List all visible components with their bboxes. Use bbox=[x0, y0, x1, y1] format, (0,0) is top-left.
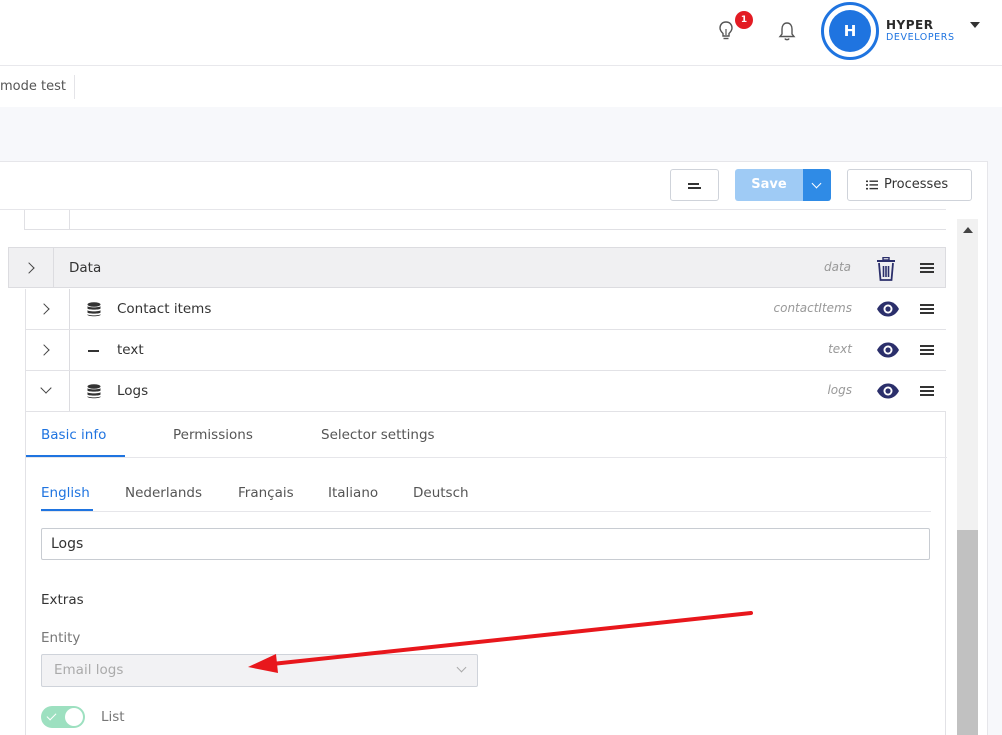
tree-row-contact-items[interactable]: Contact items contactItems bbox=[25, 289, 946, 330]
drag-handle-icon[interactable] bbox=[920, 263, 934, 274]
lines-icon bbox=[688, 183, 699, 185]
scrollbar-thumb[interactable] bbox=[957, 530, 978, 735]
name-input[interactable] bbox=[41, 528, 930, 560]
chevron-right-icon[interactable] bbox=[23, 262, 35, 274]
save-dropdown-button[interactable] bbox=[803, 169, 831, 201]
breadcrumb-item[interactable]: mode test bbox=[0, 79, 66, 94]
user-org[interactable]: DEVELOPERS bbox=[886, 32, 955, 43]
database-icon bbox=[87, 384, 101, 399]
caret-down-icon[interactable] bbox=[970, 22, 980, 28]
list-icon bbox=[866, 180, 878, 190]
eye-icon[interactable] bbox=[876, 301, 900, 317]
save-button[interactable]: Save bbox=[735, 169, 803, 201]
active-language-indicator bbox=[41, 509, 93, 511]
trash-icon[interactable] bbox=[875, 257, 897, 281]
tree-row-text[interactable]: text text bbox=[25, 330, 946, 371]
avatar-initial: H bbox=[829, 10, 871, 52]
row-key: text bbox=[828, 342, 852, 356]
eye-icon[interactable] bbox=[876, 342, 900, 358]
drag-handle-icon[interactable] bbox=[920, 345, 934, 356]
tab-language-francais[interactable]: Français bbox=[238, 485, 294, 501]
drag-handle-icon[interactable] bbox=[920, 386, 934, 397]
menu-button[interactable] bbox=[670, 169, 719, 201]
bell-icon[interactable] bbox=[777, 20, 797, 42]
entity-label: Entity bbox=[41, 630, 81, 646]
chevron-right-icon[interactable] bbox=[38, 303, 50, 315]
tab-language-deutsch[interactable]: Deutsch bbox=[413, 485, 469, 501]
tab-language-english[interactable]: English bbox=[41, 485, 90, 501]
eye-icon[interactable] bbox=[876, 383, 900, 399]
tree-row-logs[interactable]: Logs logs bbox=[25, 371, 946, 412]
breadcrumb: mode test bbox=[0, 67, 1002, 107]
row-label: Data bbox=[69, 260, 102, 276]
lightbulb-icon[interactable] bbox=[716, 20, 736, 42]
row-key: data bbox=[823, 260, 851, 274]
user-name[interactable]: HYPER bbox=[886, 18, 933, 32]
notification-badge: 1 bbox=[735, 11, 753, 29]
lines-icon-line bbox=[688, 187, 701, 189]
top-bar: 1 H HYPER DEVELOPERS bbox=[0, 0, 1002, 66]
tab-permissions[interactable]: Permissions bbox=[173, 427, 253, 443]
entity-select-value: Email logs bbox=[54, 662, 124, 678]
row-label: Logs bbox=[117, 383, 149, 399]
scroll-up-icon[interactable] bbox=[963, 227, 973, 233]
processes-label: Processes bbox=[884, 177, 949, 192]
scrollbar[interactable] bbox=[957, 219, 978, 735]
tab-basic-info[interactable]: Basic info bbox=[41, 427, 106, 443]
row-divider bbox=[53, 248, 54, 287]
list-item bbox=[24, 210, 946, 230]
tab-selector-settings[interactable]: Selector settings bbox=[321, 427, 435, 443]
breadcrumb-divider bbox=[74, 75, 75, 99]
row-divider bbox=[69, 210, 70, 230]
row-key: contactItems bbox=[773, 301, 852, 315]
list-toggle-label: List bbox=[101, 709, 125, 725]
chevron-down-icon bbox=[811, 178, 822, 189]
dash-icon bbox=[88, 350, 99, 352]
row-divider bbox=[69, 371, 70, 411]
field-detail-panel: Basic info Permissions Selector settings… bbox=[25, 412, 947, 735]
database-icon bbox=[87, 302, 101, 317]
avatar[interactable]: H bbox=[821, 2, 879, 60]
check-icon bbox=[46, 710, 57, 721]
toggle-knob bbox=[65, 708, 83, 726]
tree-row-data[interactable]: Data data bbox=[8, 247, 946, 288]
chevron-down-icon bbox=[456, 662, 467, 673]
language-tabs: English Nederlands Français Italiano Deu… bbox=[41, 476, 931, 512]
extras-heading: Extras bbox=[41, 592, 84, 608]
drag-handle-icon[interactable] bbox=[920, 304, 934, 315]
processes-button[interactable]: Processes bbox=[847, 169, 972, 201]
row-divider bbox=[69, 289, 70, 329]
row-divider bbox=[69, 330, 70, 370]
tab-language-italiano[interactable]: Italiano bbox=[328, 485, 378, 501]
detail-tabs: Basic info Permissions Selector settings bbox=[26, 412, 947, 458]
row-label: Contact items bbox=[117, 301, 212, 317]
chevron-down-icon[interactable] bbox=[40, 382, 52, 394]
active-tab-indicator bbox=[26, 455, 125, 457]
chevron-right-icon[interactable] bbox=[38, 344, 50, 356]
row-label: text bbox=[117, 342, 144, 358]
row-key: logs bbox=[827, 383, 852, 397]
list-toggle[interactable] bbox=[41, 706, 85, 728]
entity-select[interactable]: Email logs bbox=[41, 654, 478, 687]
tab-language-nederlands[interactable]: Nederlands bbox=[125, 485, 202, 501]
